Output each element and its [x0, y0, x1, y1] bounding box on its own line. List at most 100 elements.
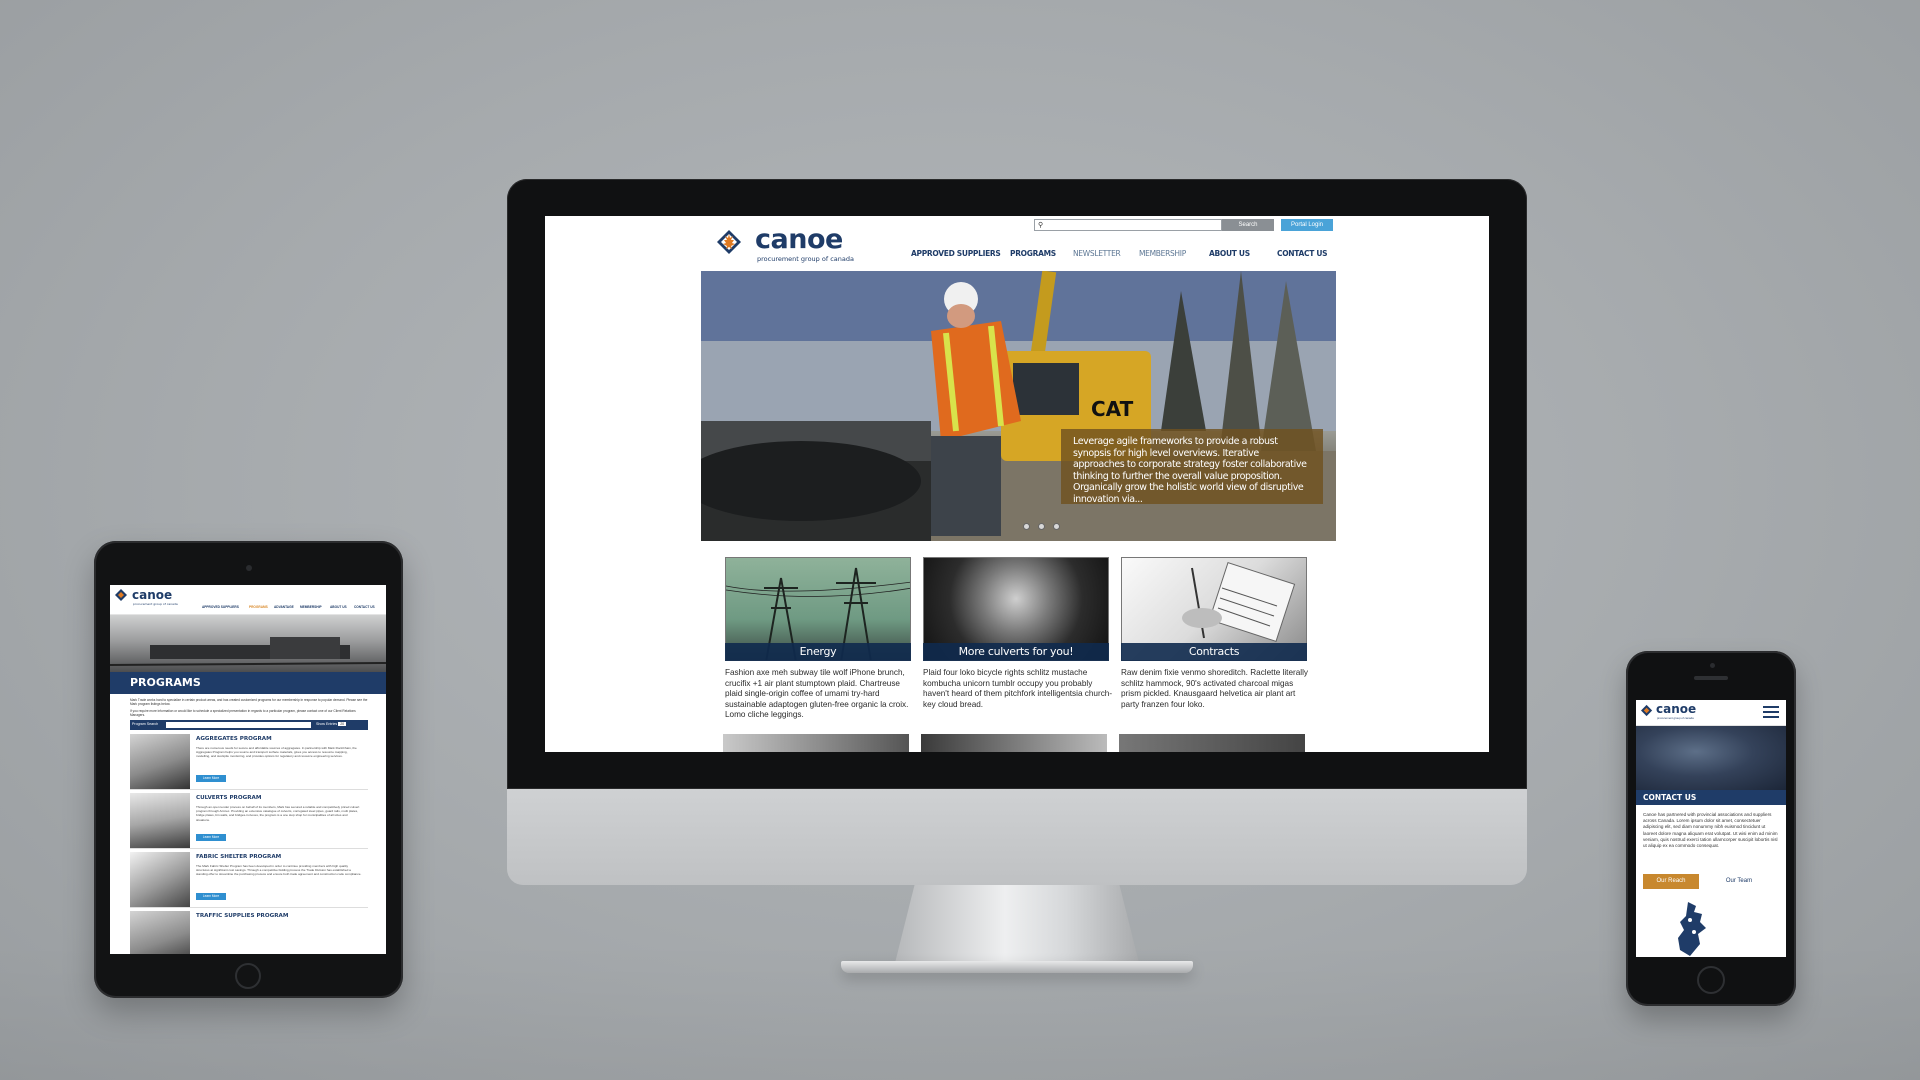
tablet-header: canoe procurement group of canada APPROV…: [110, 585, 386, 615]
tablet-page-banner: PROGRAMS: [110, 672, 386, 694]
card-label: More culverts for you!: [923, 643, 1109, 661]
intro-paragraph: If you require more information or would…: [130, 708, 356, 718]
card-label: Energy: [725, 643, 911, 661]
phone-camera: [1710, 663, 1715, 668]
thumbnail-image[interactable]: [921, 734, 1107, 752]
search-input[interactable]: ⚲: [1034, 219, 1222, 231]
maple-leaf-icon: [717, 230, 741, 254]
our-team-button[interactable]: Our Team: [1711, 874, 1767, 889]
program-title[interactable]: CULVERTS PROGRAM: [196, 795, 261, 801]
page-title: CONTACT US: [1643, 793, 1697, 802]
logo-tagline: procurement group of canada: [1657, 716, 1694, 720]
nav-newsletter[interactable]: NEWSLETTER: [1073, 249, 1121, 258]
card-text: Raw denim fixie venmo shoreditch. Raclet…: [1121, 668, 1309, 709]
portal-login-button[interactable]: Portal Login: [1281, 219, 1333, 231]
monitor-chin: [507, 789, 1527, 885]
program-image: [130, 734, 190, 789]
feature-cards: Energy Fashion axe meh subway tile wolf …: [725, 557, 1309, 719]
list-item: TRAFFIC SUPPLIES PROGRAM: [130, 909, 368, 954]
nav-programs[interactable]: PROGRAMS: [1010, 249, 1056, 258]
tablet-hero-image: [110, 615, 386, 672]
our-reach-button[interactable]: Our Reach: [1643, 874, 1699, 889]
program-filter-bar: Program Search Show Entries 20: [130, 720, 368, 730]
logo-tagline: procurement group of canada: [133, 602, 178, 606]
logo-wordmark: canoe: [132, 588, 173, 602]
hero-cat-logo: CAT: [1091, 397, 1134, 421]
desktop-site: canoe procurement group of canada ⚲ Sear…: [701, 216, 1336, 752]
tablet-nav-programs[interactable]: PROGRAMS: [249, 605, 268, 609]
tablet-nav-contact-us[interactable]: CONTACT US: [354, 605, 375, 609]
hamburger-menu-icon[interactable]: [1763, 706, 1779, 719]
slider-dot[interactable]: [1038, 523, 1045, 530]
list-item: CULVERTS PROGRAM Through an open tender …: [130, 791, 368, 849]
program-title[interactable]: AGGREGATES PROGRAM: [196, 736, 272, 742]
tablet-intro: Mark Trade works hard to specialize in c…: [130, 698, 370, 718]
show-entries-label: Show Entries: [316, 722, 338, 726]
logo-wordmark: canoe: [755, 224, 843, 255]
phone-home-button: [1697, 966, 1725, 994]
desktop-screen: canoe procurement group of canada ⚲ Sear…: [545, 216, 1489, 752]
card-text: Fashion axe meh subway tile wolf iPhone …: [725, 668, 909, 720]
show-entries-value: 20: [338, 722, 347, 726]
thumbnail-image[interactable]: [1119, 734, 1305, 752]
program-image: [130, 852, 190, 907]
maple-leaf-icon: [115, 589, 127, 601]
phone-screen: canoe procurement group of canada CONTAC…: [1636, 700, 1786, 957]
program-text: The Mark Fabric Shelter Program has been…: [196, 864, 362, 877]
phone-page-banner: CONTACT US: [1636, 790, 1786, 805]
program-title[interactable]: FABRIC SHELTER PROGRAM: [196, 854, 281, 860]
slider-dot[interactable]: [1023, 523, 1030, 530]
tablet-logo[interactable]: canoe procurement group of canada: [114, 588, 178, 607]
learn-more-button[interactable]: Learn More: [196, 775, 226, 782]
thumbnail-image[interactable]: [723, 734, 909, 752]
phone-device: canoe procurement group of canada CONTAC…: [1626, 651, 1796, 1006]
learn-more-button[interactable]: Learn More: [196, 893, 226, 900]
maple-leaf-icon: [1641, 704, 1653, 717]
nav-contact-us[interactable]: CONTACT US: [1277, 249, 1328, 258]
tablet-nav-approved-suppliers[interactable]: APPROVED SUPPLIERS: [202, 605, 239, 609]
phone-header: canoe procurement group of canada: [1636, 700, 1786, 726]
slider-dot[interactable]: [1053, 523, 1060, 530]
list-item: FABRIC SHELTER PROGRAM The Mark Fabric S…: [130, 850, 368, 908]
logo-wordmark: canoe: [1656, 702, 1697, 716]
search-icon: ⚲: [1038, 222, 1044, 229]
phone-logo[interactable]: canoe procurement group of canada: [1640, 702, 1696, 722]
program-text: There are numerous needs for secure and …: [196, 746, 357, 759]
program-title[interactable]: TRAFFIC SUPPLIES PROGRAM: [196, 913, 288, 919]
monitor-stand: [895, 885, 1139, 963]
site-logo[interactable]: canoe procurement group of canada: [715, 224, 865, 266]
nav-about-us[interactable]: ABOUT US: [1209, 249, 1250, 258]
hero-slider[interactable]: CAT Leverage agile frameworks to provide…: [701, 271, 1336, 541]
more-thumbnails: [723, 734, 1313, 752]
card-text: Plaid four loko bicycle rights schlitz m…: [923, 668, 1113, 709]
program-image: [130, 793, 190, 848]
logo-tagline: procurement group of canada: [757, 255, 854, 263]
card-label: Contracts: [1121, 643, 1307, 661]
search-button[interactable]: Search: [1222, 219, 1274, 231]
monitor-foot: [841, 961, 1193, 973]
tablet-nav-membership[interactable]: MEMBERSHIP: [300, 605, 322, 609]
tablet-device: canoe procurement group of canada APPROV…: [94, 541, 403, 998]
tablet-screen: canoe procurement group of canada APPROV…: [110, 585, 386, 954]
tablet-home-button: [235, 963, 261, 989]
filter-label: Program Search: [132, 722, 159, 726]
main-nav: APPROVED SUPPLIERS PROGRAMS NEWSLETTER M…: [911, 249, 1336, 261]
tablet-nav-advantage[interactable]: ADVANTAGE: [274, 605, 294, 609]
show-entries-select[interactable]: Show Entries 20: [316, 722, 347, 726]
nav-approved-suppliers[interactable]: APPROVED SUPPLIERS: [911, 249, 1001, 258]
program-image: [130, 911, 190, 954]
phone-hero-image: [1636, 726, 1786, 790]
phone-body-text: Canoe has partnered with provincial asso…: [1643, 812, 1778, 849]
list-item: AGGREGATES PROGRAM There are numerous ne…: [130, 732, 368, 790]
tablet-nav-about-us[interactable]: ABOUT US: [330, 605, 347, 609]
nav-membership[interactable]: MEMBERSHIP: [1139, 249, 1186, 258]
program-text: Through an open tender process on behalf…: [196, 805, 360, 822]
program-search-input[interactable]: [166, 722, 311, 728]
tablet-camera: [246, 565, 252, 571]
intro-paragraph: Mark Trade works hard to specialize in c…: [130, 698, 368, 707]
phone-speaker: [1694, 676, 1728, 680]
hero-caption: Leverage agile frameworks to provide a r…: [1061, 429, 1323, 505]
train-image: [110, 637, 386, 666]
canada-map-icon: [1678, 902, 1706, 956]
learn-more-button[interactable]: Learn More: [196, 834, 226, 841]
